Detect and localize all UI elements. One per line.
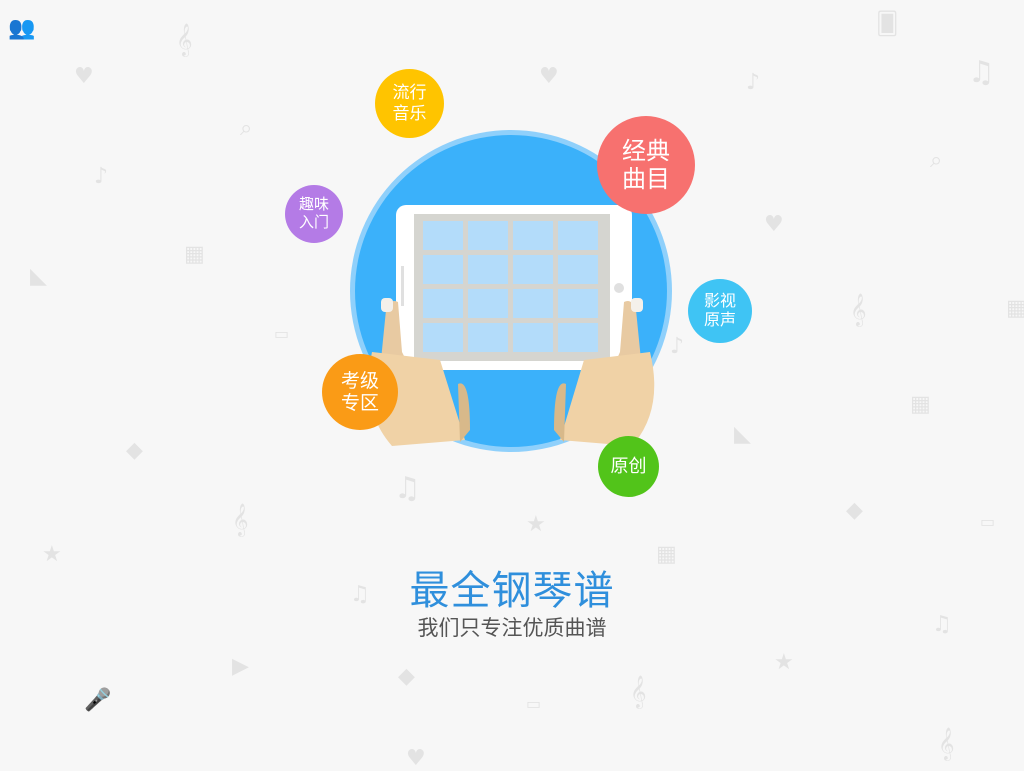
screen-tile — [468, 221, 508, 250]
classic-tracks-label-2: 曲目 — [622, 165, 670, 193]
screen-tile — [423, 255, 463, 284]
exam-zone-label-1: 考级 — [340, 369, 379, 392]
film-soundtrack-label-2: 原声 — [703, 310, 736, 329]
screen-tile — [423, 289, 463, 318]
film-soundtrack-bubble[interactable]: 影视 原声 — [688, 279, 752, 343]
tablet — [396, 205, 632, 370]
screen-tile — [423, 221, 463, 250]
screen-tile — [558, 255, 598, 284]
pop-music-bubble[interactable]: 流行 音乐 — [375, 69, 444, 138]
page-title: 最全钢琴谱 — [409, 568, 615, 614]
screen-tile — [423, 323, 463, 352]
original-label: 原创 — [610, 455, 647, 477]
pop-music-label-2: 音乐 — [392, 103, 427, 124]
exam-zone-label-2: 专区 — [340, 392, 379, 414]
classic-tracks-label-1: 经典 — [622, 136, 670, 165]
classic-tracks-bubble[interactable]: 经典 曲目 — [597, 116, 695, 214]
screen-tile — [513, 221, 553, 250]
screen-tile — [468, 255, 508, 284]
exam-zone-bubble[interactable]: 考级 专区 — [322, 354, 398, 430]
screen-tile — [468, 323, 508, 352]
pop-music-label-1: 流行 — [392, 83, 427, 104]
film-soundtrack-label-1: 影视 — [703, 291, 736, 311]
original-bubble[interactable]: 原创 — [598, 436, 659, 497]
screen-tile — [513, 289, 553, 318]
tablet-illustration — [350, 130, 672, 452]
fun-intro-bubble[interactable]: 趣味 入门 — [285, 185, 343, 243]
fun-intro-label-2: 入门 — [298, 213, 329, 231]
screen-tile — [513, 255, 553, 284]
page-subtitle: 我们只专注优质曲谱 — [417, 616, 607, 640]
screen-tile — [558, 221, 598, 250]
screen-tile — [513, 323, 553, 352]
screen-tile — [558, 289, 598, 318]
screen-tile — [558, 323, 598, 352]
fun-intro-label-1: 趣味 — [298, 195, 329, 214]
screen-tile — [468, 289, 508, 318]
